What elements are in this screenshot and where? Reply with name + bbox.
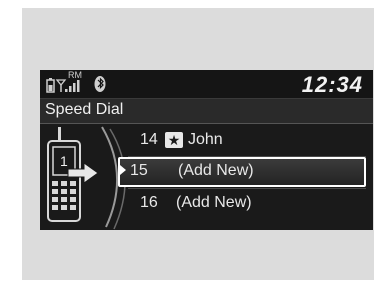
title-bar: Speed Dial [40,98,373,124]
speed-dial-name: (Add New) [176,194,252,211]
battery-icon [46,78,55,93]
phone-badge: 1 [60,153,68,169]
divider [128,188,366,189]
speed-dial-item-15[interactable]: 15 (Add New) [118,157,366,187]
speed-dial-number: 15 [130,162,148,179]
status-icons [46,76,106,93]
display-screen: RM 12:34 Speed Dial 1 14 ★ John 15 (Add … [40,70,373,230]
signal-icon [55,79,80,92]
speed-dial-number: 14 [140,131,158,148]
status-bar: RM 12:34 [40,70,373,98]
phone-speed-dial-icon: 1 [47,126,126,230]
speed-dial-name: John [188,131,223,148]
voice-tag-icon: ★ [165,132,183,148]
speed-dial-item-14[interactable]: 14 ★ John [118,127,366,155]
roaming-indicator: RM [68,70,82,80]
bluetooth-icon [94,76,106,92]
selection-pointer-icon [120,165,126,175]
page-title: Speed Dial [45,101,124,118]
speed-dial-name: (Add New) [178,162,254,179]
speed-dial-item-16[interactable]: 16 (Add New) [118,190,366,218]
clock: 12:34 [301,72,363,97]
speed-dial-number: 16 [140,194,158,211]
